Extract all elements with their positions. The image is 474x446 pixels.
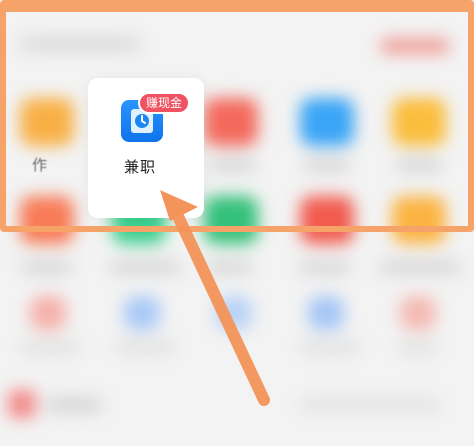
screen: 作 赚现金 兼职 [0, 0, 474, 446]
pointer-arrow [160, 190, 270, 406]
